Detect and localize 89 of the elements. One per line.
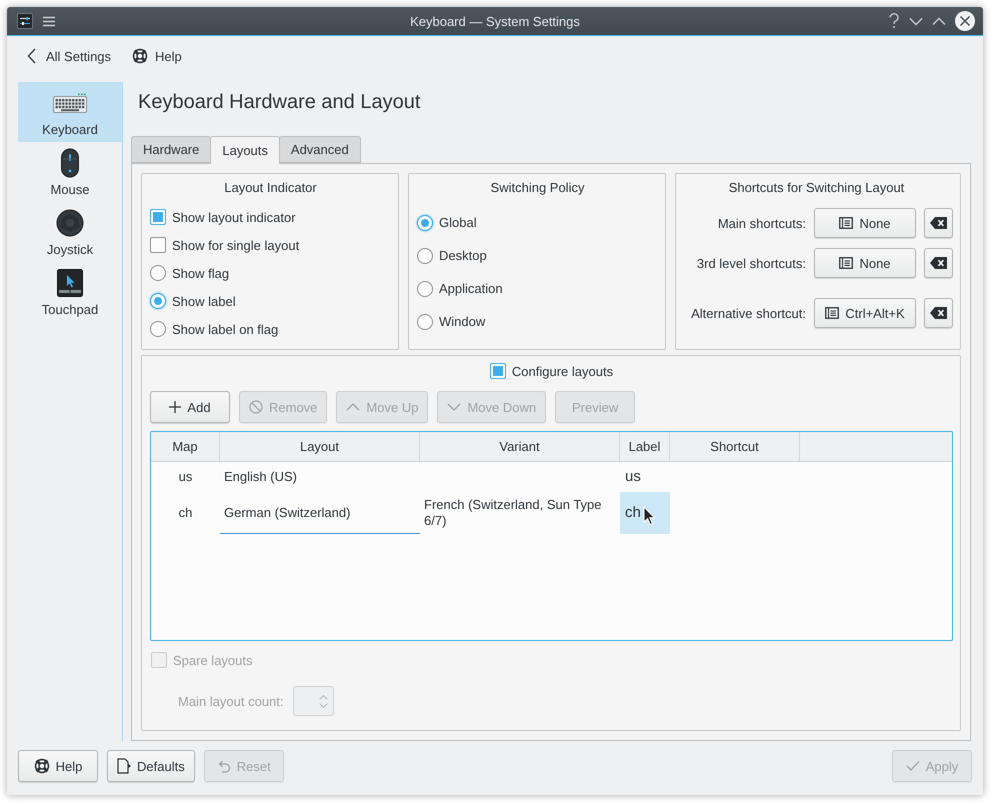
radio-button[interactable] [417, 314, 433, 330]
radio-label: Desktop [439, 248, 487, 263]
sidebar-item[interactable]: Keyboard [18, 82, 122, 142]
backspace-icon [930, 217, 947, 229]
add-button[interactable]: Add [150, 391, 230, 423]
window-title: Keyboard — System Settings [409, 14, 581, 28]
mouse-pointer-icon [643, 506, 655, 526]
column-header: Layout [220, 432, 420, 461]
checkmark-icon [906, 760, 920, 772]
clear-button[interactable] [924, 298, 953, 328]
radio-button[interactable] [417, 248, 433, 264]
list-icon [839, 257, 854, 269]
group-title: Shortcuts for Switching Layout [728, 180, 904, 196]
radio-button[interactable] [150, 321, 166, 337]
field-label: Main layout count: [178, 694, 284, 708]
chevron-up-icon [346, 403, 360, 411]
radio-label: Global [439, 215, 477, 230]
shortcut-button[interactable]: None [814, 248, 916, 278]
shortcut-button[interactable]: None [814, 208, 916, 238]
help-link[interactable]: Help [132, 43, 182, 69]
chevron-left-icon [27, 48, 36, 64]
checkbox[interactable] [150, 209, 166, 225]
column-header: Label [620, 432, 670, 461]
sidebar-item[interactable]: Joystick [18, 202, 122, 262]
sliders-icon[interactable] [17, 13, 33, 29]
prohibited-icon [249, 400, 263, 414]
radio-label: Window [439, 314, 486, 329]
radio-label: Application [439, 281, 503, 296]
chevron-up-icon [318, 694, 328, 700]
mouse-icon [60, 148, 80, 178]
checkbox[interactable] [150, 237, 166, 253]
group-title: Layout Indicator [224, 180, 317, 196]
checkbox-label: Show layout indicator [172, 210, 296, 224]
chevron-down-icon [447, 403, 462, 411]
maximize-icon[interactable] [932, 16, 946, 26]
sidebar-item[interactable]: Mouse [18, 142, 122, 202]
close-icon[interactable] [955, 11, 975, 31]
defaults-button[interactable]: Defaults [107, 750, 195, 782]
tab[interactable]: Hardware [131, 136, 212, 163]
clear-button[interactable] [924, 208, 953, 238]
tab[interactable]: Layouts [210, 136, 280, 164]
table-cell-text: French (Switzerland, Sun Type 6/7) [423, 496, 603, 530]
touchpad-icon [57, 269, 83, 297]
shortcut-button[interactable]: Ctrl+Alt+K [814, 298, 916, 328]
undo-icon [216, 759, 231, 773]
column-header: Map [151, 432, 220, 461]
menu-icon[interactable] [43, 16, 55, 26]
tab[interactable]: Advanced [278, 136, 361, 163]
checkbox-label: Configure layouts [512, 364, 614, 378]
table-cell-text: us [624, 467, 642, 487]
minimize-icon[interactable] [909, 16, 923, 26]
radio-button[interactable] [417, 214, 433, 230]
page-title: Keyboard Hardware and Layout [138, 91, 420, 113]
list-icon [825, 307, 840, 319]
checkbox-label: Spare layouts [173, 652, 252, 668]
radio-label: Show label [172, 294, 236, 308]
backspace-icon [930, 307, 947, 319]
plus-icon [169, 401, 182, 413]
document-icon [117, 758, 131, 774]
radio-label: Show label on flag [172, 322, 278, 336]
table-cell: ch [620, 492, 670, 534]
checkbox[interactable] [490, 363, 506, 379]
checkbox-label: Show for single layout [172, 238, 300, 252]
backspace-icon [930, 257, 947, 269]
group-title: Switching Policy [490, 180, 584, 196]
keyboard-icon [53, 93, 87, 113]
column-header: Variant [420, 432, 620, 461]
radio-label: Show flag [172, 266, 230, 280]
help-icon[interactable] [888, 13, 900, 29]
column-header: Shortcut [670, 432, 800, 461]
radio-button[interactable] [417, 280, 433, 296]
joystick-icon [56, 209, 84, 237]
list-icon [839, 217, 854, 229]
lifebuoy-icon [34, 758, 50, 774]
radio-button[interactable] [150, 293, 166, 309]
lifebuoy-icon [132, 48, 148, 64]
field-label: Main shortcuts: [716, 216, 806, 230]
table-cell-text: ch [178, 504, 194, 522]
back-button[interactable]: All Settings [27, 43, 112, 69]
combo-box-field[interactable]: German (Switzerland) [220, 492, 420, 534]
sidebar-item[interactable]: Touchpad [18, 262, 122, 322]
clear-button[interactable] [924, 248, 953, 278]
table-cell-text: us [178, 468, 194, 486]
field-label: Alternative shortcut: [690, 306, 806, 320]
help-button[interactable]: Help [18, 750, 98, 782]
table-cell-text: English (US) [223, 468, 298, 486]
radio-button[interactable] [150, 265, 166, 281]
chevron-down-icon [318, 702, 328, 708]
field-label: 3rd level shortcuts: [696, 256, 806, 270]
